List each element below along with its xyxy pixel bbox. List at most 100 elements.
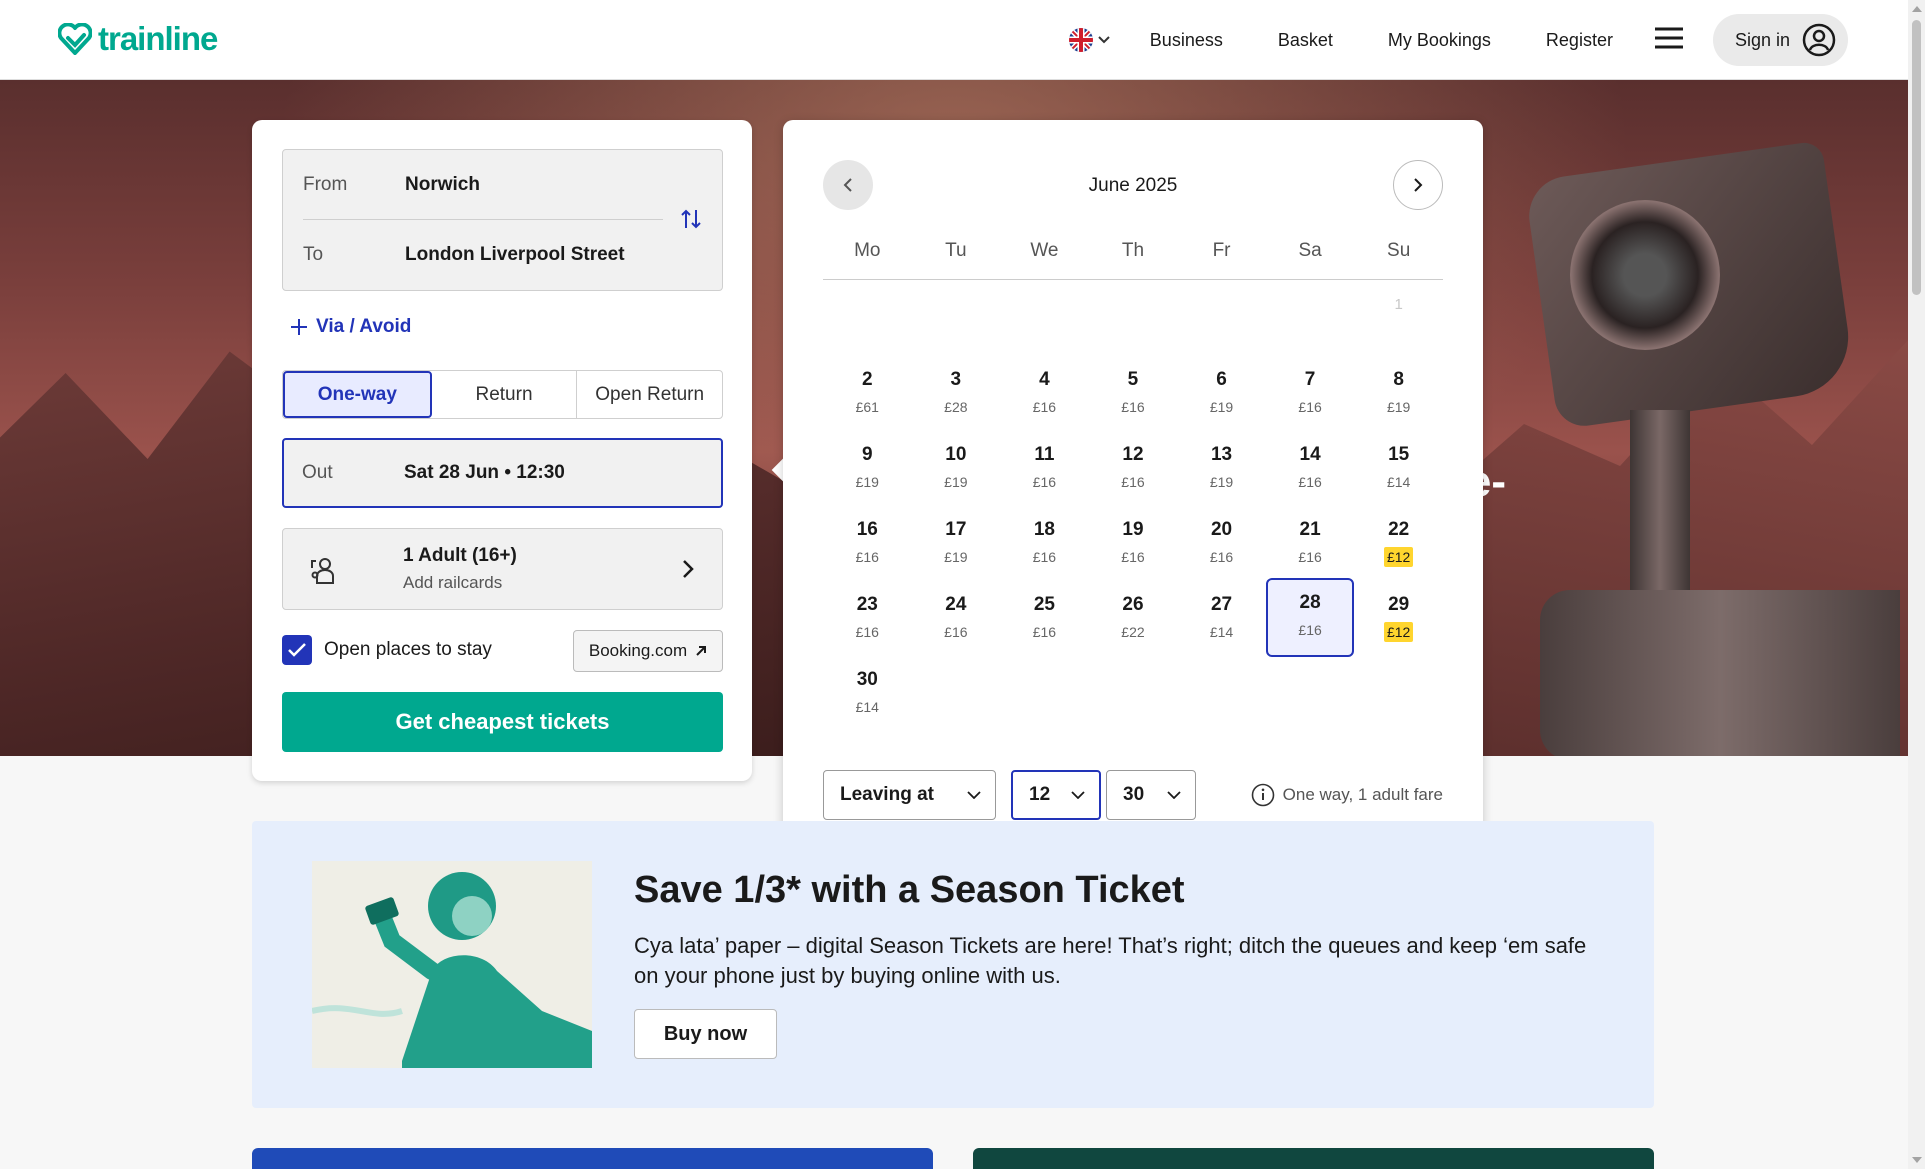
leaving-at-select[interactable]: Leaving at (823, 770, 996, 820)
passengers-icon (311, 558, 334, 584)
calendar-day-27[interactable]: 27 £14 (1177, 580, 1266, 655)
scroll-down-arrow-icon[interactable] (1912, 1157, 1922, 1163)
via-avoid-link[interactable]: Via / Avoid (290, 316, 411, 338)
calendar-day-7[interactable]: 7 £16 (1266, 355, 1355, 430)
person-with-phone-illustration (312, 872, 592, 1068)
to-field[interactable]: To London Liverpool Street (303, 220, 663, 290)
calendar-day-11[interactable]: 11 £16 (1000, 430, 1089, 505)
swap-stations-button[interactable] (680, 208, 702, 235)
weekday-we: We (1030, 240, 1059, 261)
calendar-day-price: £61 (855, 399, 879, 415)
nav-business[interactable]: Business (1150, 30, 1223, 51)
calendar-day-14[interactable]: 14 £16 (1266, 430, 1355, 505)
hour-select[interactable]: 12 (1011, 770, 1101, 820)
calendar-empty-cell (912, 655, 1001, 730)
nav-basket[interactable]: Basket (1278, 30, 1333, 51)
calendar-day-price: £16 (1032, 549, 1057, 565)
calendar-day-price: £16 (1121, 474, 1145, 490)
scroll-thumb[interactable] (1912, 20, 1921, 295)
buy-now-button[interactable]: Buy now (634, 1009, 777, 1059)
calendar-day-22[interactable]: 22 £12 (1354, 505, 1443, 580)
calendar-day-number: 18 (1033, 519, 1055, 540)
calendar-day-18[interactable]: 18 £16 (1000, 505, 1089, 580)
calendar-day-number: 14 (1299, 444, 1321, 465)
tab-return[interactable]: Return (432, 371, 578, 418)
calendar-day-number: 12 (1122, 444, 1144, 465)
calendar-day-6[interactable]: 6 £19 (1177, 355, 1266, 430)
calendar-weekday-header: Mo Tu We Th Fr Sa Su (823, 240, 1443, 280)
calendar-day-price: £19 (1209, 399, 1234, 415)
outbound-date-field[interactable]: Out Sat 28 Jun • 12:30 (282, 438, 723, 508)
scroll-up-arrow-icon[interactable] (1912, 6, 1922, 12)
checkbox-checked[interactable] (282, 635, 312, 665)
nav-register[interactable]: Register (1546, 30, 1613, 51)
calendar-day-number: 28 (1299, 592, 1321, 613)
calendar-day-number: 24 (945, 594, 967, 615)
calendar-day-30[interactable]: 30 £14 (823, 655, 912, 730)
calendar-week-row: 23 £16 24 £16 25 £16 26 £22 27 £14 28 £16 29 £12 (823, 578, 1443, 657)
calendar-day-21[interactable]: 21 £16 (1266, 505, 1355, 580)
tab-open-return[interactable]: Open Return (577, 371, 722, 418)
page-scrollbar[interactable] (1908, 0, 1925, 1169)
weekday-tu: Tu (945, 240, 967, 261)
calendar-day-23[interactable]: 23 £16 (823, 580, 912, 655)
calendar-day-20[interactable]: 20 £16 (1177, 505, 1266, 580)
booking-com-link[interactable]: Booking.com (573, 630, 723, 672)
promo-card-green[interactable] (973, 1148, 1654, 1169)
next-month-button[interactable] (1393, 160, 1443, 210)
fare-note-text: One way, 1 adult fare (1282, 785, 1443, 804)
weekday-mo: Mo (854, 240, 881, 261)
calendar-day-12[interactable]: 12 £16 (1089, 430, 1178, 505)
calendar-day-5[interactable]: 5 £16 (1089, 355, 1178, 430)
calendar-day-3[interactable]: 3 £28 (912, 355, 1001, 430)
calendar-day-number: 7 (1304, 369, 1316, 390)
from-field[interactable]: From Norwich (303, 150, 663, 220)
heart-logo-icon (58, 23, 92, 55)
calendar-day-price: £19 (1386, 399, 1411, 415)
calendar-day-number: 8 (1393, 369, 1404, 390)
calendar-cheapest-price: £12 (1383, 547, 1414, 567)
info-icon (1251, 783, 1274, 807)
weekday-fr: Fr (1212, 240, 1231, 261)
calendar-day-4[interactable]: 4 £16 (1000, 355, 1089, 430)
passengers-field[interactable]: 1 Adult (16+) Add railcards (282, 528, 723, 610)
from-value: Norwich (405, 173, 480, 195)
calendar-day-13[interactable]: 13 £19 (1177, 430, 1266, 505)
tab-one-way[interactable]: One-way (283, 371, 432, 418)
calendar-day-16[interactable]: 16 £16 (823, 505, 912, 580)
calendar-day-26[interactable]: 26 £22 (1089, 580, 1178, 655)
get-cheapest-tickets-button[interactable]: Get cheapest tickets (282, 692, 723, 752)
minute-select[interactable]: 30 (1106, 770, 1196, 820)
calendar-day-price: £22 (1121, 624, 1145, 640)
calendar-day-17[interactable]: 17 £19 (912, 505, 1001, 580)
season-ticket-promo: Save 1/3* with a Season Ticket Cya lata’… (252, 821, 1654, 1108)
language-selector[interactable] (1068, 27, 1110, 53)
calendar-day-number: 25 (1033, 594, 1055, 615)
promo-card-blue[interactable] (252, 1148, 933, 1169)
calendar-empty-cell (1177, 655, 1266, 730)
calendar-day-24[interactable]: 24 £16 (912, 580, 1001, 655)
calendar-day-number: 20 (1210, 519, 1233, 540)
calendar-week-row: 1 (823, 280, 1443, 355)
calendar-day-number: 30 (856, 669, 878, 690)
calendar-day-25[interactable]: 25 £16 (1000, 580, 1089, 655)
calendar-day-9[interactable]: 9 £19 (823, 430, 912, 505)
calendar-day-price: £16 (1209, 549, 1234, 565)
calendar-day-2[interactable]: 2 £61 (823, 355, 912, 430)
menu-button[interactable] (1654, 27, 1683, 54)
calendar-day-10[interactable]: 10 £19 (912, 430, 1001, 505)
calendar-days-grid: 1 2 £61 3 £28 4 £16 5 £16 6 £19 7 £16 8 £19 9 £19 10 £19 11… (823, 280, 1443, 730)
sign-in-button[interactable]: Sign in (1712, 14, 1848, 66)
nav-my-bookings[interactable]: My Bookings (1388, 30, 1491, 51)
calendar-day-number: 29 (1388, 594, 1410, 615)
calendar-day-15[interactable]: 15 £14 (1354, 430, 1443, 505)
calendar-day-29[interactable]: 29 £12 (1354, 580, 1443, 655)
trainline-logo[interactable]: trainline (58, 20, 218, 58)
calendar-day-price: £16 (1121, 399, 1145, 415)
open-places-to-stay-checkbox[interactable]: Open places to stay (282, 635, 492, 665)
calendar-day-19[interactable]: 19 £16 (1089, 505, 1178, 580)
calendar-day-number: 23 (856, 594, 878, 615)
calendar-day-28[interactable]: 28 £16 (1265, 578, 1355, 657)
calendar-day-price: £16 (1032, 624, 1057, 640)
calendar-day-8[interactable]: 8 £19 (1354, 355, 1443, 430)
